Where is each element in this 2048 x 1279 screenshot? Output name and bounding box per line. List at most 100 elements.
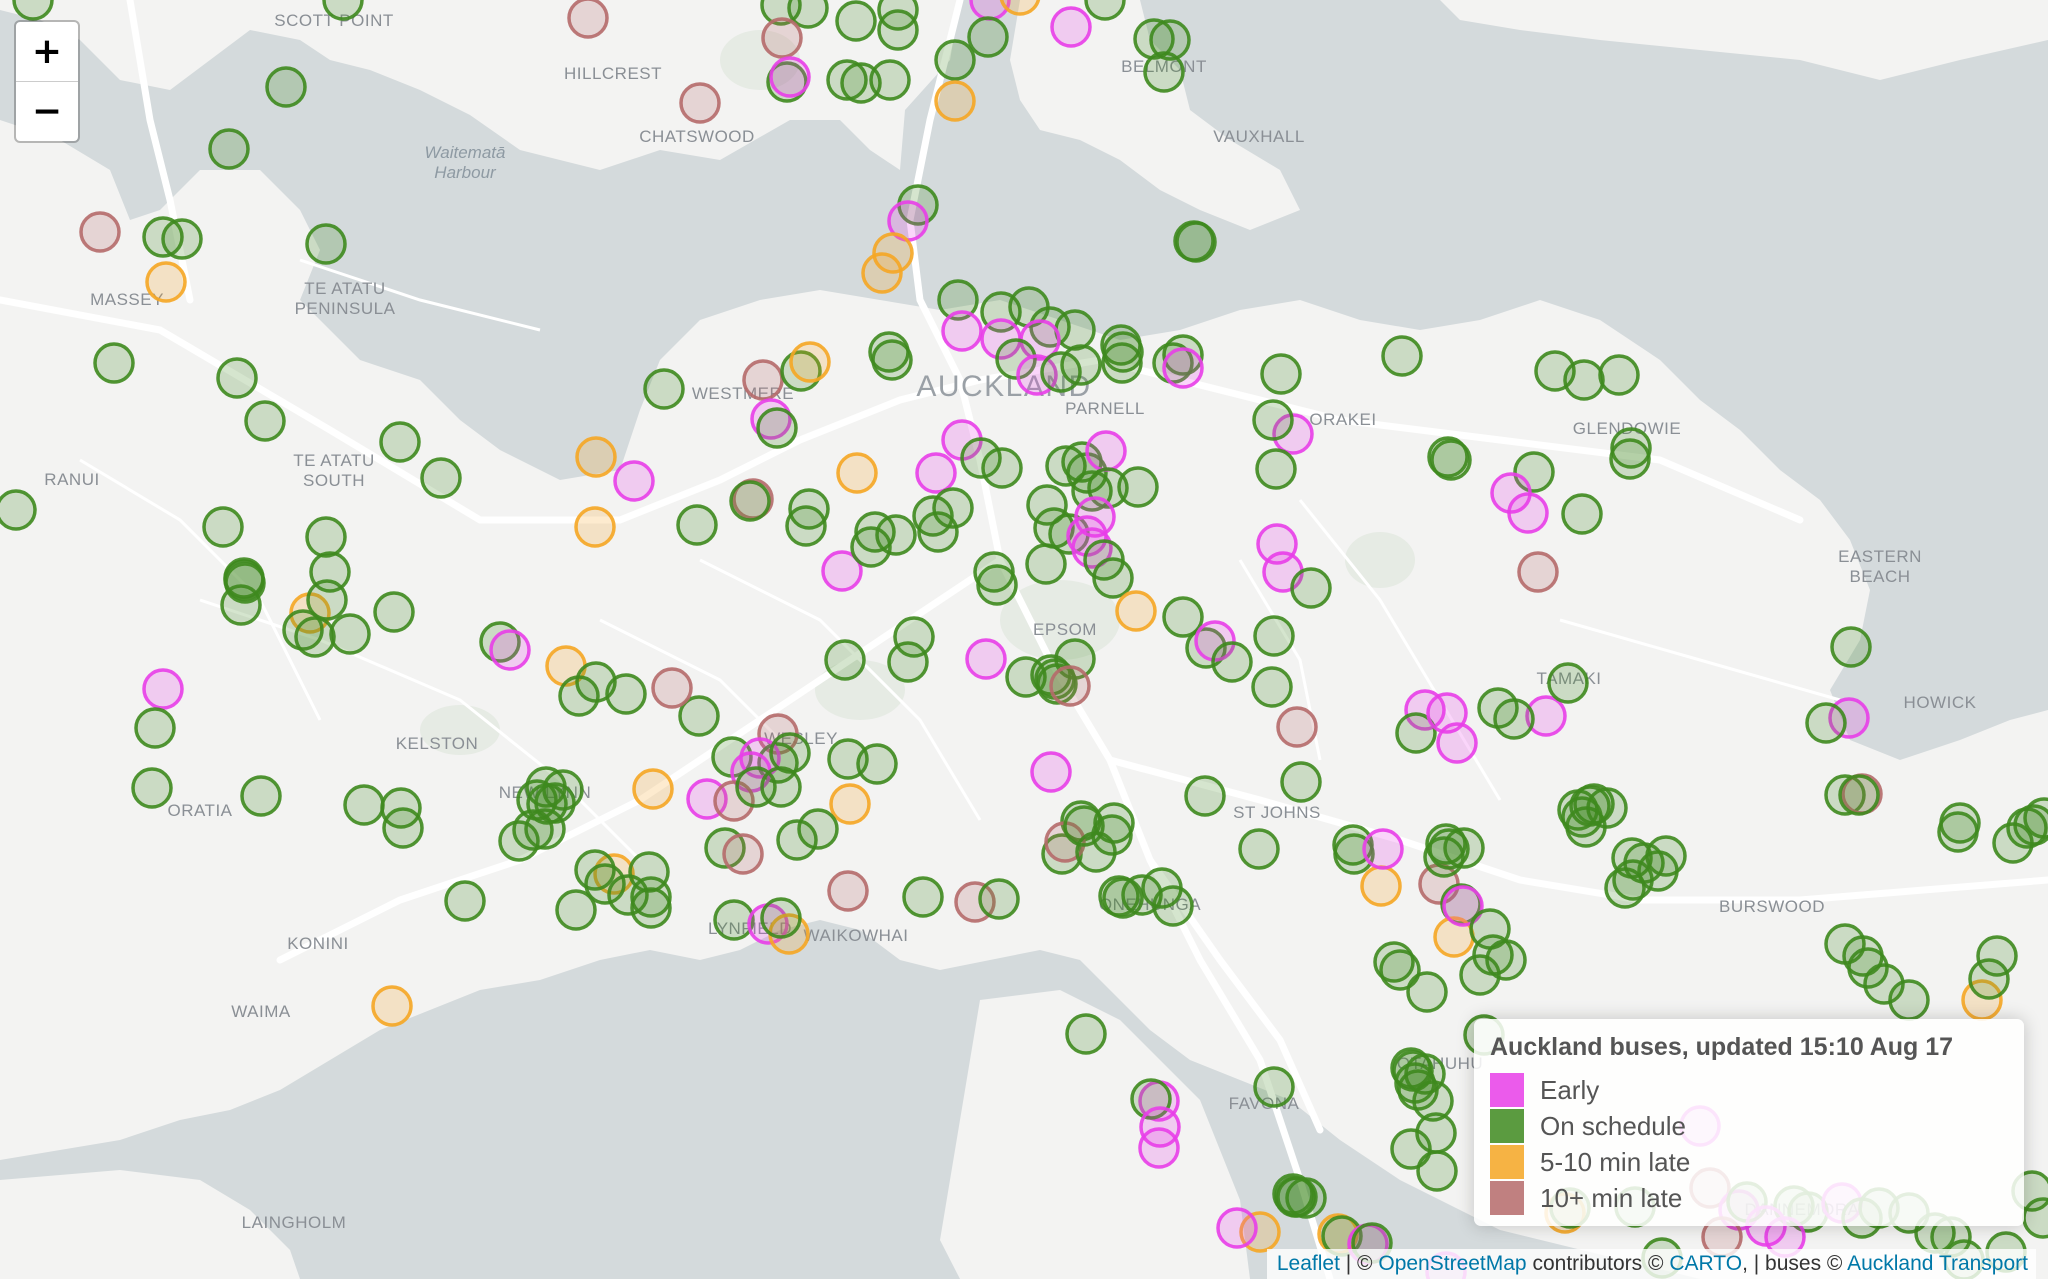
bus-marker-on-schedule[interactable] <box>902 876 944 918</box>
bus-marker-on-schedule[interactable] <box>379 421 421 463</box>
openstreetmap-link[interactable]: OpenStreetMap <box>1378 1252 1526 1275</box>
bus-marker-on-schedule[interactable] <box>1937 811 1979 853</box>
bus-marker-on-schedule[interactable] <box>856 743 898 785</box>
bus-marker-on-schedule[interactable] <box>555 889 597 931</box>
leaflet-link[interactable]: Leaflet <box>1277 1252 1340 1275</box>
bus-marker-late-10-plus[interactable] <box>1276 706 1318 748</box>
bus-marker-on-schedule[interactable] <box>1143 51 1185 93</box>
bus-marker-on-schedule[interactable] <box>1184 775 1226 817</box>
bus-marker-late-5-10[interactable] <box>861 252 903 294</box>
bus-marker-on-schedule[interactable] <box>1381 335 1423 377</box>
bus-marker-on-schedule[interactable] <box>343 784 385 826</box>
bus-marker-on-schedule[interactable] <box>1211 641 1253 683</box>
bus-marker-on-schedule[interactable] <box>305 223 347 265</box>
bus-marker-on-schedule[interactable] <box>282 609 324 651</box>
bus-marker-late-10-plus[interactable] <box>679 82 721 124</box>
bus-marker-early[interactable] <box>613 460 655 502</box>
bus-marker-on-schedule[interactable] <box>1253 1066 1295 1108</box>
bus-marker-on-schedule[interactable] <box>131 767 173 809</box>
bus-marker-on-schedule[interactable] <box>1290 567 1332 609</box>
bus-marker-on-schedule[interactable] <box>824 639 866 681</box>
bus-marker-on-schedule[interactable] <box>1285 1177 1327 1219</box>
bus-marker-on-schedule[interactable] <box>877 9 919 51</box>
bus-marker-on-schedule[interactable] <box>216 357 258 399</box>
bus-marker-on-schedule[interactable] <box>373 591 415 633</box>
bus-marker-early[interactable] <box>142 668 184 710</box>
bus-marker-on-schedule[interactable] <box>1253 615 1295 657</box>
carto-link[interactable]: CARTO <box>1669 1252 1742 1275</box>
bus-marker-on-schedule[interactable] <box>2022 1197 2048 1239</box>
bus-marker-on-schedule[interactable] <box>1830 626 1872 668</box>
bus-marker-on-schedule[interactable] <box>1083 539 1125 581</box>
bus-marker-late-10-plus[interactable] <box>567 0 609 39</box>
map-view[interactable]: DANNEMORALAINGHOLMFAVONAOTAHUHUWAIMAWAIK… <box>0 0 2048 1279</box>
bus-marker-on-schedule[interactable] <box>1280 761 1322 803</box>
bus-marker-on-schedule[interactable] <box>1888 979 1930 1021</box>
bus-marker-on-schedule[interactable] <box>1416 1150 1458 1192</box>
bus-marker-on-schedule[interactable] <box>1406 971 1448 1013</box>
bus-marker-early[interactable] <box>1085 430 1127 472</box>
bus-marker-on-schedule[interactable] <box>202 506 244 548</box>
bus-marker-early[interactable] <box>941 310 983 352</box>
bus-marker-late-10-plus[interactable] <box>742 359 784 401</box>
bus-marker-on-schedule[interactable] <box>1565 806 1607 848</box>
bus-marker-on-schedule[interactable] <box>729 480 771 522</box>
bus-marker-late-5-10[interactable] <box>575 436 617 478</box>
bus-marker-on-schedule[interactable] <box>871 339 913 381</box>
bus-marker-on-schedule[interactable] <box>2023 797 2048 839</box>
bus-marker-on-schedule[interactable] <box>1252 399 1294 441</box>
bus-marker-on-schedule[interactable] <box>769 732 811 774</box>
bus-marker-on-schedule[interactable] <box>917 511 959 553</box>
bus-marker-early[interactable] <box>1362 828 1404 870</box>
bus-marker-on-schedule[interactable] <box>676 504 718 546</box>
bus-marker-on-schedule[interactable] <box>1091 814 1133 856</box>
bus-marker-on-schedule[interactable] <box>981 447 1023 489</box>
bus-marker-on-schedule[interactable] <box>1563 359 1605 401</box>
bus-marker-on-schedule[interactable] <box>643 368 685 410</box>
bus-marker-on-schedule[interactable] <box>134 707 176 749</box>
bus-marker-on-schedule[interactable] <box>1260 353 1302 395</box>
bus-marker-late-10-plus[interactable] <box>761 17 803 59</box>
bus-marker-on-schedule[interactable] <box>305 516 347 558</box>
bus-marker-on-schedule[interactable] <box>934 39 976 81</box>
bus-marker-on-schedule[interactable] <box>1443 827 1485 869</box>
bus-marker-early[interactable] <box>1162 347 1204 389</box>
bus-marker-late-5-10[interactable] <box>934 80 976 122</box>
bus-marker-on-schedule[interactable] <box>420 457 462 499</box>
bus-marker-early[interactable] <box>1050 6 1092 48</box>
bus-marker-on-schedule[interactable] <box>1065 1013 1107 1055</box>
auckland-transport-link[interactable]: Auckland Transport <box>1847 1252 2028 1275</box>
bus-marker-on-schedule[interactable] <box>893 616 935 658</box>
bus-marker-on-schedule[interactable] <box>1255 448 1297 490</box>
bus-marker-on-schedule[interactable] <box>976 564 1018 606</box>
bus-marker-on-schedule[interactable] <box>760 766 802 808</box>
bus-marker-on-schedule[interactable] <box>967 16 1009 58</box>
bus-marker-on-schedule[interactable] <box>1598 354 1640 396</box>
bus-marker-late-5-10[interactable] <box>371 985 413 1027</box>
bus-marker-late-10-plus[interactable] <box>651 667 693 709</box>
bus-marker-late-10-plus[interactable] <box>722 833 764 875</box>
bus-marker-on-schedule[interactable] <box>1251 666 1293 708</box>
zoom-out-button[interactable]: − <box>16 81 78 141</box>
bus-marker-on-schedule[interactable] <box>1637 850 1679 892</box>
bus-marker-on-schedule[interactable] <box>224 562 266 604</box>
bus-marker-on-schedule[interactable] <box>1102 877 1144 919</box>
bus-marker-on-schedule[interactable] <box>1805 702 1847 744</box>
bus-marker-on-schedule[interactable] <box>850 526 892 568</box>
bus-marker-on-schedule[interactable] <box>630 887 672 929</box>
bus-marker-early[interactable] <box>1426 692 1468 734</box>
bus-marker-on-schedule[interactable] <box>1547 662 1589 704</box>
bus-marker-on-schedule[interactable] <box>835 0 877 42</box>
bus-marker-on-schedule[interactable] <box>1060 344 1102 386</box>
bus-marker-early[interactable] <box>489 629 531 671</box>
bus-marker-on-schedule[interactable] <box>605 673 647 715</box>
bus-marker-early[interactable] <box>965 638 1007 680</box>
bus-marker-early[interactable] <box>1030 751 1072 793</box>
bus-marker-on-schedule[interactable] <box>1485 939 1527 981</box>
bus-marker-late-5-10[interactable] <box>1360 865 1402 907</box>
bus-marker-on-schedule[interactable] <box>1101 342 1143 384</box>
bus-marker-on-schedule[interactable] <box>713 899 755 941</box>
bus-marker-on-schedule[interactable] <box>265 66 307 108</box>
bus-marker-early[interactable] <box>769 56 811 98</box>
bus-marker-on-schedule[interactable] <box>0 489 37 531</box>
